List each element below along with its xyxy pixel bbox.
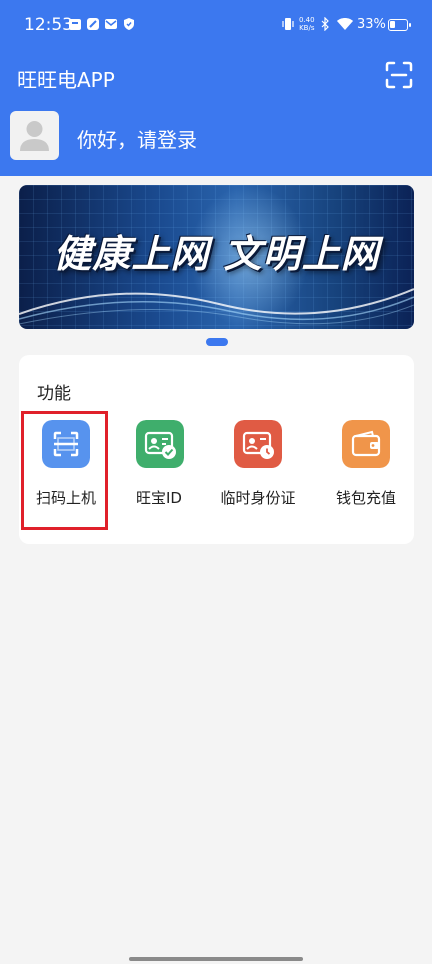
banner-slogan: 健康上网 文明上网 xyxy=(53,232,380,276)
wifi-icon xyxy=(337,18,353,30)
network-speed: 0.40 KB/s xyxy=(299,16,315,32)
temp-id-card-icon xyxy=(234,420,282,468)
notification-link-icon xyxy=(87,18,99,30)
home-indicator[interactable] xyxy=(129,957,303,961)
id-card-check-icon xyxy=(136,420,184,468)
status-time: 12:53 xyxy=(24,15,73,35)
function-temporary-id[interactable]: 临时身份证 xyxy=(213,417,303,517)
app-title: 旺旺电APP xyxy=(17,68,115,92)
login-prompt[interactable]: 你好，请登录 xyxy=(77,124,197,153)
wallet-icon xyxy=(342,420,390,468)
mail-icon xyxy=(105,19,117,29)
banner-wave-decoration xyxy=(19,288,414,325)
function-wangbao-id[interactable]: 旺宝ID xyxy=(114,417,204,517)
bluetooth-icon xyxy=(321,17,329,31)
user-avatar-icon xyxy=(20,121,49,151)
function-label: 钱包充值 xyxy=(335,489,396,507)
function-wallet-recharge[interactable]: 钱包充值 xyxy=(321,417,411,517)
notification-app-icon xyxy=(69,19,81,30)
battery-percentage: 33% xyxy=(357,17,386,32)
vibrate-icon xyxy=(282,18,294,30)
scan-icon-button[interactable] xyxy=(384,60,414,90)
carousel-page-indicator xyxy=(206,338,228,346)
function-label: 临时身份证 xyxy=(220,489,296,507)
banner-carousel[interactable]: 健康上网 文明上网 xyxy=(19,185,414,329)
status-bar: 12:53 0.40 KB/s 33% xyxy=(0,0,432,52)
avatar[interactable] xyxy=(10,111,59,160)
function-label: 旺宝ID xyxy=(136,489,182,507)
section-title: 功能 xyxy=(37,384,71,404)
highlight-box xyxy=(21,411,108,530)
battery-icon xyxy=(388,19,411,31)
shield-icon xyxy=(124,18,134,30)
